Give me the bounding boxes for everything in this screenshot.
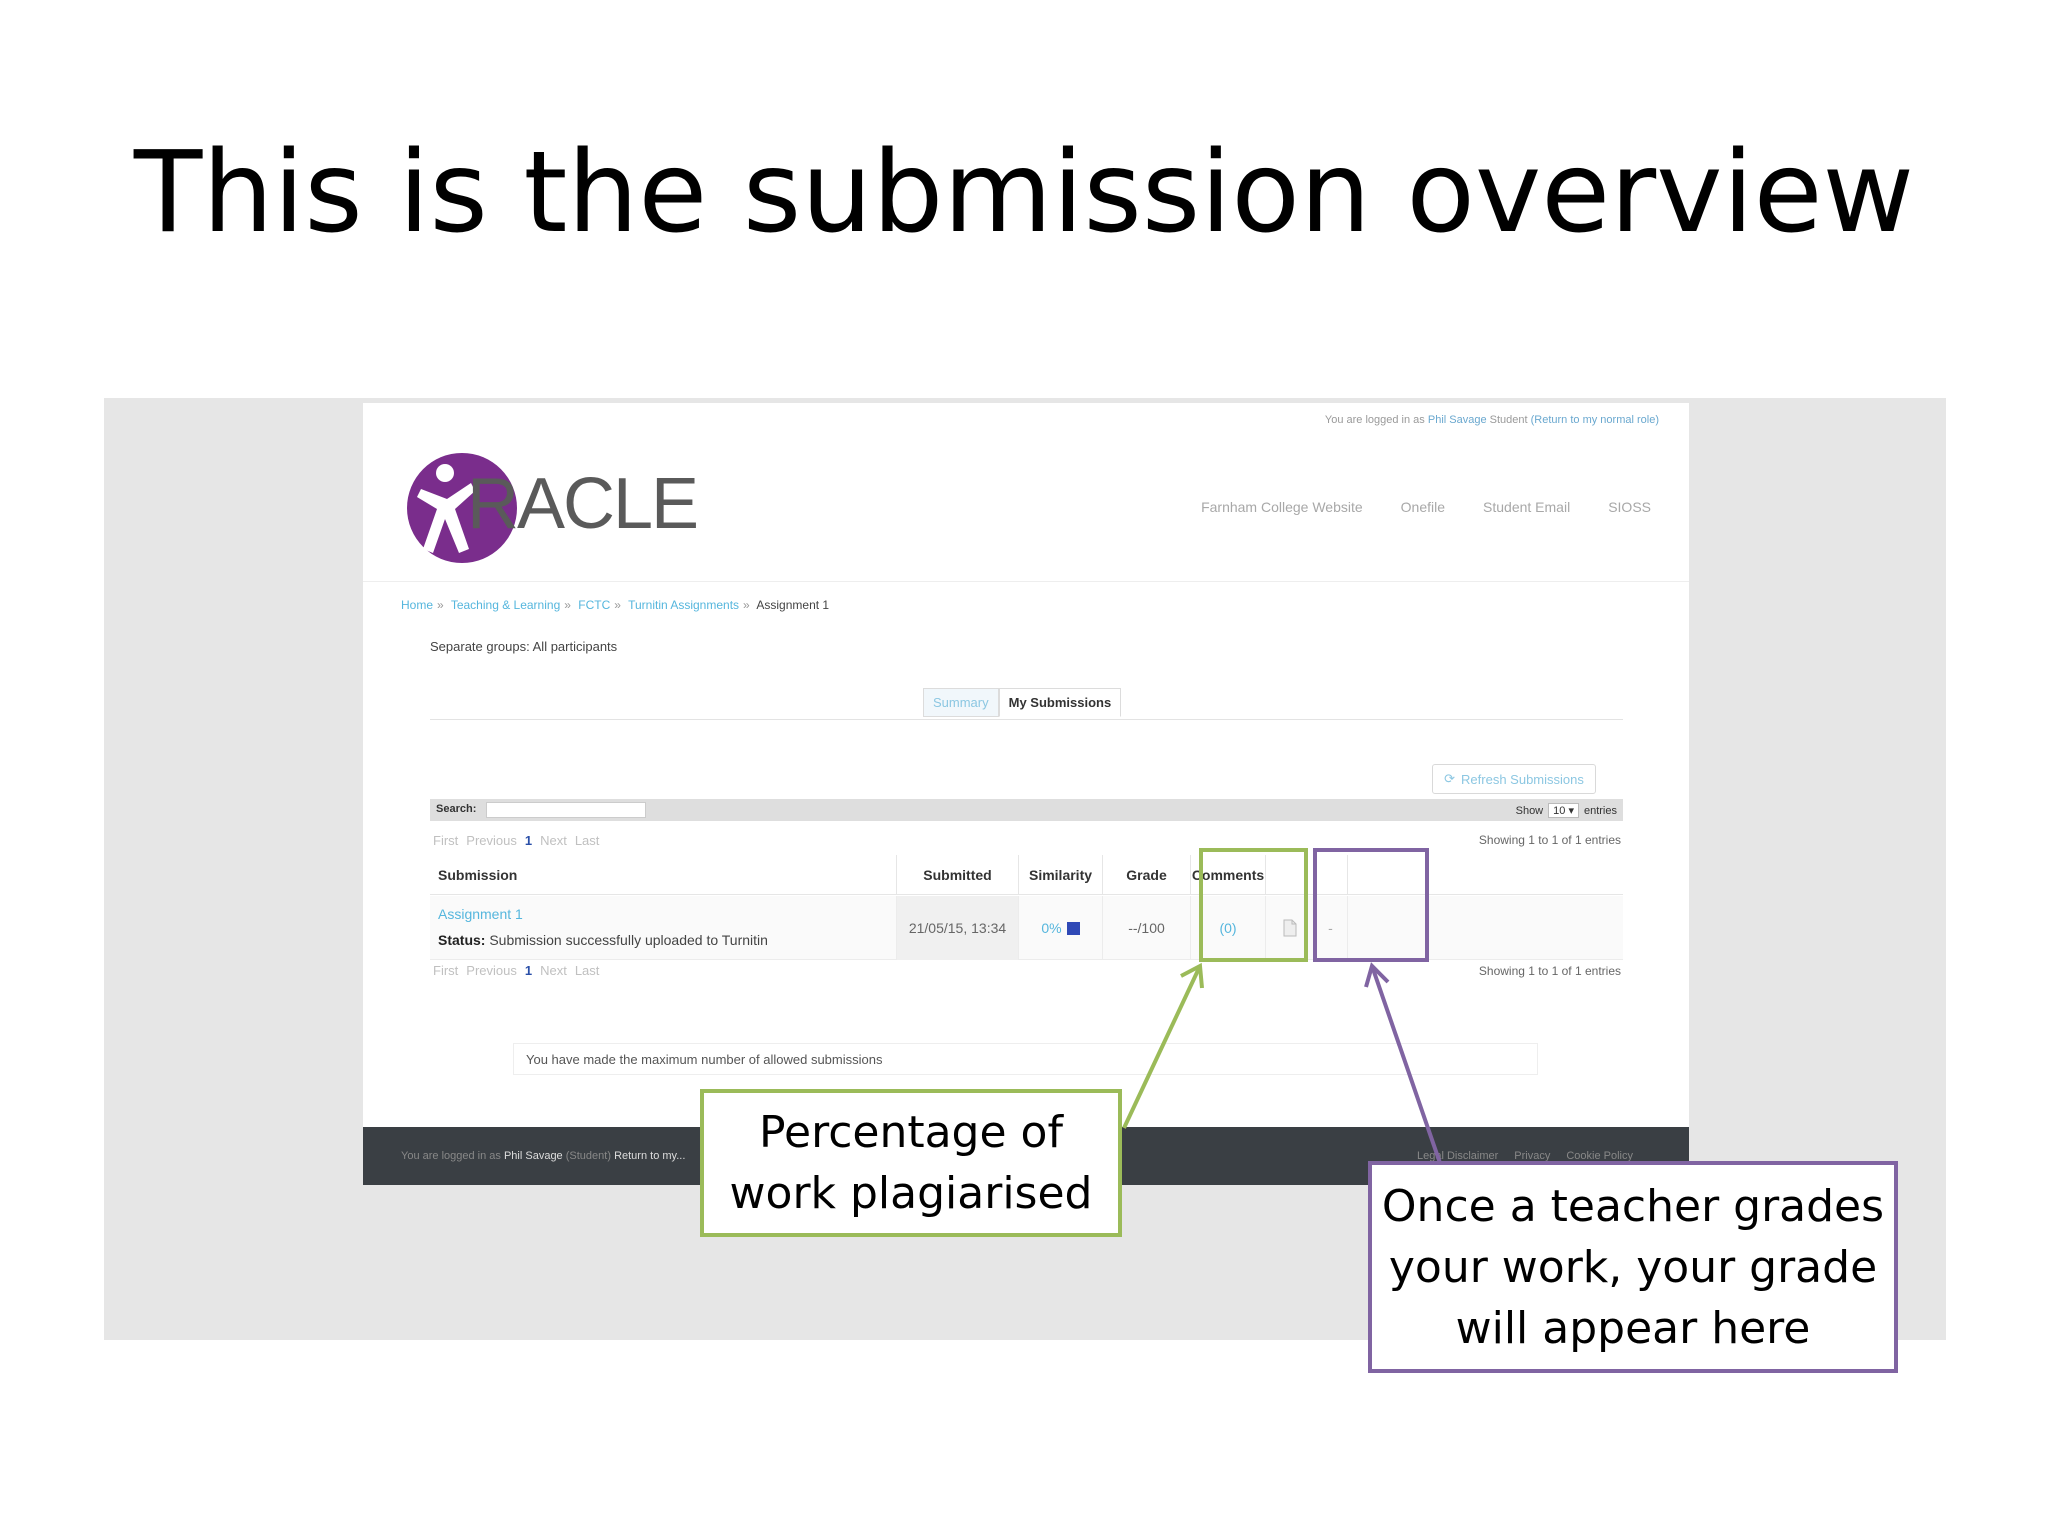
- top-navigation: Farnham College Website Onefile Student …: [1201, 499, 1651, 515]
- nav-link-sioss[interactable]: SIOSS: [1608, 499, 1651, 515]
- table-toolbar: Search: Show 10 ▾ entries: [430, 799, 1623, 821]
- entries-label: entries: [1583, 804, 1617, 817]
- footer-return-link[interactable]: Return to my...: [614, 1150, 685, 1162]
- similarity-score[interactable]: 0%: [1041, 920, 1061, 936]
- search-label: Search:: [436, 803, 477, 815]
- pager-page[interactable]: 1: [525, 833, 532, 848]
- show-label: Show: [1515, 804, 1544, 817]
- user-role: Student: [1489, 414, 1528, 426]
- tab-summary[interactable]: Summary: [923, 688, 999, 717]
- page-length-select[interactable]: 10 ▾: [1548, 803, 1579, 818]
- footer-user-link[interactable]: Phil Savage: [504, 1150, 563, 1162]
- tab-my-submissions[interactable]: My Submissions: [998, 688, 1122, 717]
- groups-label: Separate groups: All participants: [430, 639, 618, 654]
- footer-login-info: You are logged in as Phil Savage (Studen…: [401, 1150, 686, 1162]
- pagination-top: First Previous 1 Next Last: [433, 833, 599, 848]
- header-divider: [363, 581, 1689, 582]
- header-similarity[interactable]: Similarity: [1019, 855, 1103, 895]
- max-submissions-notice: You have made the maximum number of allo…: [513, 1043, 1538, 1075]
- nav-link-onefile[interactable]: Onefile: [1401, 499, 1445, 515]
- showing-entries-bottom: Showing 1 to 1 of 1 entries: [1478, 964, 1621, 978]
- tabs-divider: [430, 719, 1623, 720]
- cell-grade[interactable]: --/100: [1103, 896, 1191, 960]
- page-length-control: Show 10 ▾ entries: [1516, 803, 1617, 818]
- pager-first[interactable]: First: [433, 963, 458, 978]
- breadcrumb-home[interactable]: Home: [401, 598, 433, 612]
- oracle-logo[interactable]: RACLE: [407, 447, 707, 567]
- breadcrumb-teaching[interactable]: Teaching & Learning: [451, 598, 560, 612]
- pager-first[interactable]: First: [433, 833, 458, 848]
- pager-previous[interactable]: Previous: [466, 833, 517, 848]
- pager-previous[interactable]: Previous: [466, 963, 517, 978]
- breadcrumb-fctc[interactable]: FCTC: [578, 598, 610, 612]
- pager-last[interactable]: Last: [575, 833, 600, 848]
- refresh-icon: ⟳: [1444, 771, 1456, 786]
- pagination-bottom: First Previous 1 Next Last: [433, 963, 599, 978]
- return-role-link[interactable]: (Return to my normal role): [1531, 414, 1659, 426]
- refresh-submissions-button[interactable]: ⟳ Refresh Submissions: [1432, 764, 1596, 794]
- header-submission[interactable]: Submission: [430, 855, 897, 895]
- submission-tabs: Summary My Submissions: [923, 688, 1122, 717]
- pager-next[interactable]: Next: [540, 833, 567, 848]
- table-header: Submission Submitted Similarity Grade Co…: [430, 855, 1623, 895]
- user-name-link[interactable]: Phil Savage: [1428, 414, 1487, 426]
- breadcrumb-turnitin[interactable]: Turnitin Assignments: [628, 598, 739, 612]
- showing-entries-top: Showing 1 to 1 of 1 entries: [1478, 833, 1621, 847]
- logo-wordmark: RACLE: [467, 464, 699, 544]
- moodle-page: You are logged in as Phil Savage Student…: [363, 403, 1689, 1185]
- refresh-label: Refresh Submissions: [1461, 771, 1584, 787]
- pager-last[interactable]: Last: [575, 963, 600, 978]
- grade-callout: Once a teacher grades your work, your gr…: [1368, 1161, 1898, 1373]
- header-grade[interactable]: Grade: [1103, 855, 1191, 895]
- header-submitted[interactable]: Submitted: [897, 855, 1019, 895]
- login-info: You are logged in as Phil Savage Student…: [1325, 414, 1659, 426]
- cell-submitted: 21/05/15, 13:34: [897, 896, 1019, 960]
- pager-next[interactable]: Next: [540, 963, 567, 978]
- nav-link-student-email[interactable]: Student Email: [1483, 499, 1570, 515]
- cell-submission: Assignment 1 Status: Submission successf…: [430, 896, 897, 960]
- breadcrumb-current: Assignment 1: [756, 598, 830, 612]
- breadcrumb: Home» Teaching & Learning» FCTC» Turniti…: [401, 598, 830, 612]
- similarity-highlight-box: [1199, 848, 1308, 962]
- cell-similarity[interactable]: 0%: [1019, 896, 1103, 960]
- search-input[interactable]: [486, 802, 646, 818]
- nav-link-college-website[interactable]: Farnham College Website: [1201, 499, 1363, 515]
- similarity-indicator-icon: [1066, 921, 1080, 935]
- pager-page[interactable]: 1: [525, 963, 532, 978]
- table-row: Assignment 1 Status: Submission successf…: [430, 896, 1623, 960]
- submission-link[interactable]: Assignment 1: [438, 906, 523, 922]
- similarity-callout: Percentage of work plagiarised: [700, 1089, 1122, 1237]
- slide-title: This is the submission overview: [133, 128, 1915, 258]
- submission-status: Status: Submission successfully uploaded…: [438, 932, 768, 948]
- grade-highlight-box: [1313, 848, 1429, 962]
- login-prefix: You are logged in as: [1324, 414, 1425, 426]
